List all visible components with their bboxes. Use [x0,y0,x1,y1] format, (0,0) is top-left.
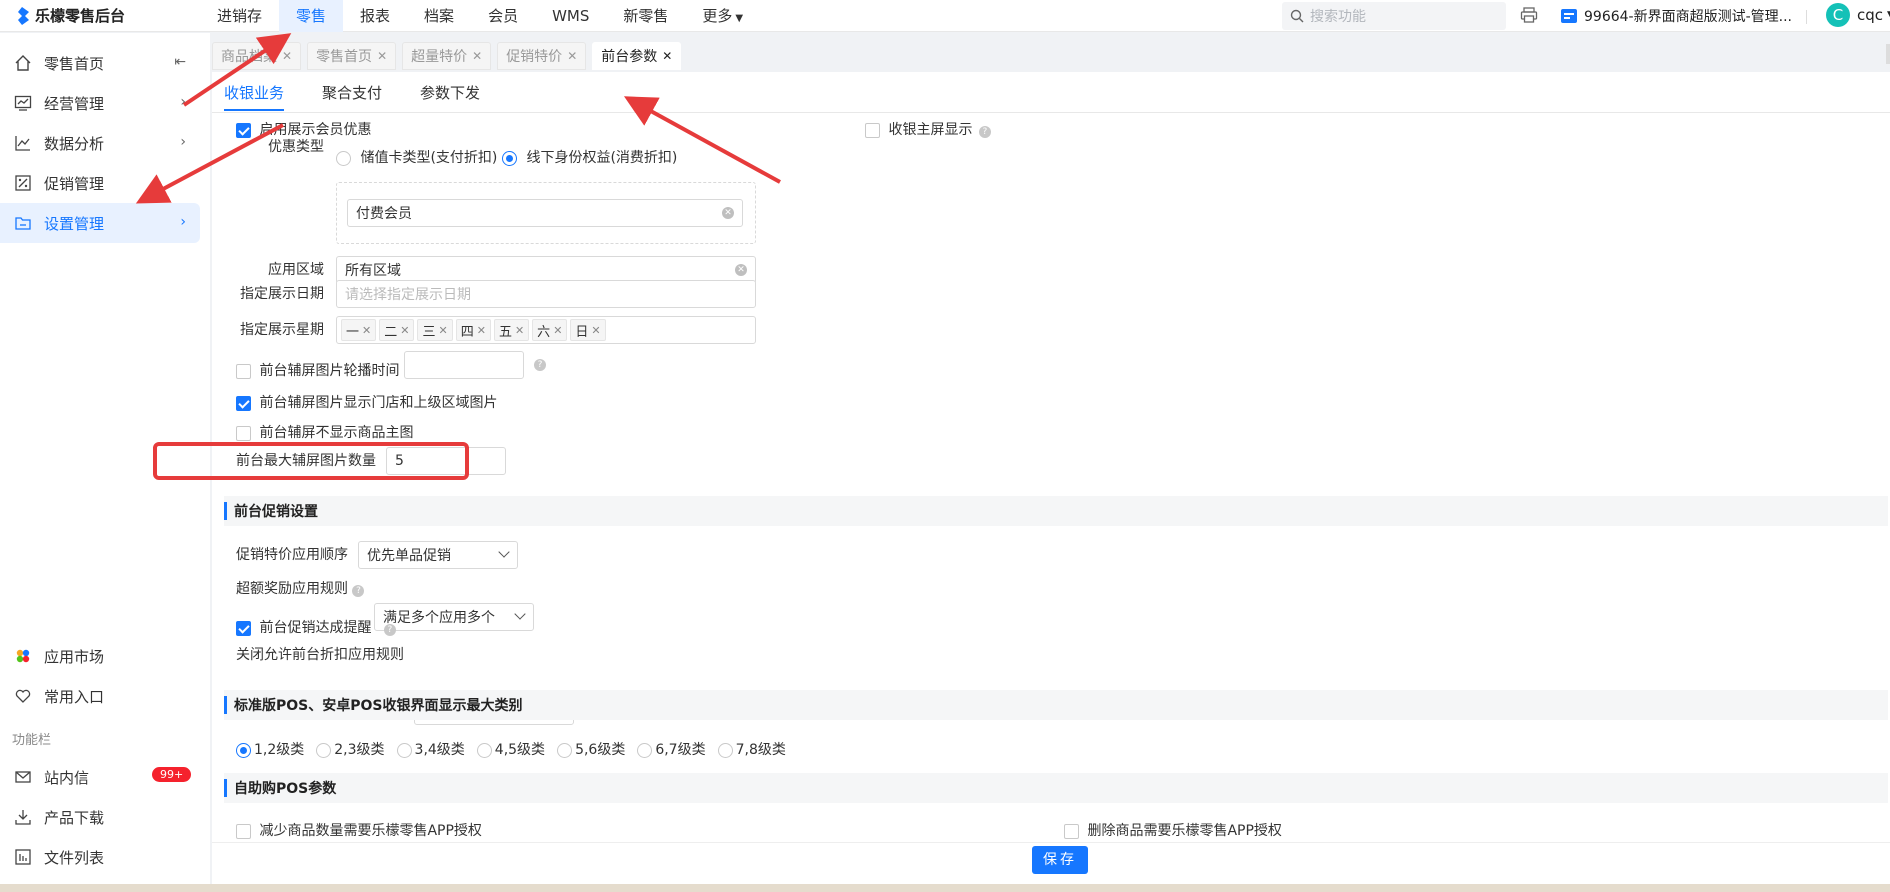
annotation-arrow [135,123,284,204]
annotation-arrow [623,96,781,184]
taskbar-strip [0,884,1890,892]
annotation-arrow [182,33,292,107]
annotation-highlight-box [153,442,469,480]
